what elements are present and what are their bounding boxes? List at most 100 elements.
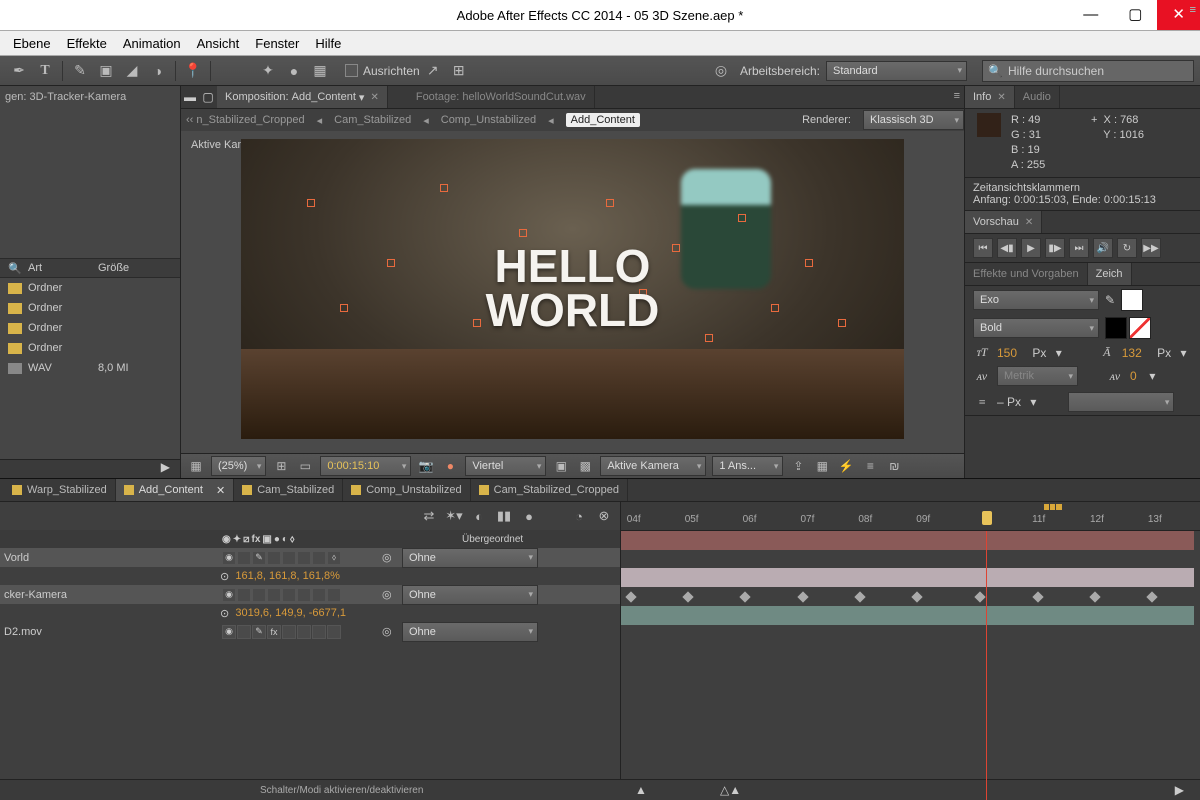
first-frame-icon[interactable]: ⏮ [973, 238, 993, 258]
info-tab[interactable]: Info✕ [965, 86, 1015, 108]
ram-preview-icon[interactable]: ▶▶ [1141, 238, 1161, 258]
folder-icon[interactable]: ▢ [199, 90, 217, 104]
flow-tab-active[interactable]: Add_Content [566, 113, 640, 127]
bg-swatch[interactable] [1105, 317, 1127, 339]
scroll-right-icon[interactable]: ▶ [0, 459, 180, 478]
timeline-tracks[interactable]: 04f05f06f07f08f09f11f12f13f [621, 502, 1200, 800]
parent-dropdown[interactable]: Ohne [402, 585, 538, 605]
panel-menu-icon[interactable]: ≡ [954, 90, 960, 102]
stopwatch-icon[interactable]: ⊙ [220, 607, 229, 620]
tl-tab[interactable]: Warp_Stabilized [4, 479, 116, 501]
weight-dropdown[interactable]: Bold [973, 318, 1099, 338]
proj-row[interactable]: Ordner [0, 318, 180, 338]
flow-tab[interactable]: Comp_Unstabilized [441, 114, 536, 126]
layer-bar[interactable] [621, 568, 1194, 587]
kerning-dropdown[interactable]: Metrik [997, 366, 1078, 386]
parent-dropdown[interactable]: Ohne [402, 622, 538, 642]
zoom-slider[interactable]: △▲ [720, 783, 741, 797]
mb-icon[interactable]: ▮▮ [494, 506, 514, 526]
menu-animation[interactable]: Animation [115, 36, 189, 51]
panel-menu-icon[interactable]: ≡ [1190, 4, 1196, 16]
channel-icon[interactable]: ● [441, 457, 459, 475]
stroke-value[interactable]: – Px [997, 395, 1021, 409]
share-icon[interactable]: ⇪ [789, 457, 807, 475]
proj-row[interactable]: Ordner [0, 278, 180, 298]
search-icon[interactable]: 🔍 [8, 262, 22, 275]
puppet-tool-icon[interactable]: 📍 [183, 61, 203, 81]
keyframe-row[interactable] [621, 588, 1194, 606]
last-frame-icon[interactable]: ⏭ [1069, 238, 1089, 258]
comp-icon[interactable]: ₪ [885, 457, 903, 475]
prop-row[interactable]: ⊙ 161,8, 161,8, 161,8% [0, 567, 620, 585]
footage-tab[interactable]: Footage: helloWorldSoundCut.wav [408, 86, 595, 108]
roto-tool-icon[interactable]: ◑ [148, 61, 168, 81]
text-tool-icon[interactable]: T [35, 61, 55, 81]
flow-tab[interactable]: Cam_Stabilized [334, 114, 411, 126]
parent-dropdown[interactable]: Ohne [402, 548, 538, 568]
snap-icon[interactable]: ↗ [423, 61, 443, 81]
renderer-dropdown[interactable]: Klassisch 3D [863, 110, 964, 130]
layer-row[interactable]: cker-Kamera◉◎Ohne [0, 585, 620, 604]
menu-fenster[interactable]: Fenster [247, 36, 307, 51]
pixel-icon[interactable]: ▦ [813, 457, 831, 475]
stroke-swatch[interactable] [1129, 317, 1151, 339]
fill-swatch[interactable] [1121, 289, 1143, 311]
scroll-right-icon[interactable]: ▶ [1175, 783, 1184, 797]
view-axis-icon[interactable]: ▦ [310, 61, 330, 81]
prev-frame-icon[interactable]: ◀▮ [997, 238, 1017, 258]
search-tool-icon[interactable]: ◎ [711, 61, 731, 81]
grid-icon[interactable]: ▦ [187, 457, 205, 475]
zoom-dropdown[interactable]: (25%) [211, 456, 266, 476]
res-icon[interactable]: ⊞ [272, 457, 290, 475]
preview-tab[interactable]: Vorschau✕ [965, 211, 1042, 233]
resolution-dropdown[interactable]: Viertel [465, 456, 546, 476]
snapshot-icon[interactable]: 📷 [417, 457, 435, 475]
pen-tool-icon[interactable]: ✒ [9, 61, 29, 81]
loop-icon[interactable]: ↻ [1117, 238, 1137, 258]
stroke-type-dropdown[interactable] [1068, 392, 1174, 412]
transp-icon[interactable]: ▩ [576, 457, 594, 475]
timeline-icon[interactable]: ≡ [861, 457, 879, 475]
font-dropdown[interactable]: Exo [973, 290, 1099, 310]
play-icon[interactable]: ▶ [1021, 238, 1041, 258]
fontsize-value[interactable]: 150 [997, 346, 1017, 360]
tl-tab-active[interactable]: Add_Content ✕ [116, 479, 235, 501]
current-time-indicator[interactable] [986, 531, 987, 800]
time-ruler[interactable]: 04f05f06f07f08f09f11f12f13f [621, 502, 1200, 531]
graph-editor-icon[interactable]: ◔ [569, 506, 589, 526]
flow-tab[interactable]: ‹‹ n_Stabilized_Cropped [186, 114, 305, 126]
roi-icon[interactable]: ▣ [552, 457, 570, 475]
proj-row[interactable]: Ordner [0, 338, 180, 358]
effects-tab[interactable]: Effekte und Vorgaben [965, 263, 1088, 285]
fast-icon[interactable]: ⚡ [837, 457, 855, 475]
tl-tab[interactable]: Comp_Unstabilized [343, 479, 470, 501]
stopwatch-icon[interactable]: ⊙ [220, 570, 229, 583]
proj-row[interactable]: WAV8,0 MI [0, 358, 180, 378]
eyedropper-icon[interactable]: ✎ [1105, 293, 1115, 307]
help-search[interactable]: 🔍 Hilfe durchsuchen [982, 60, 1194, 82]
viewport[interactable]: Aktive Kamera HELLOWORLD [181, 131, 964, 453]
tl-tab[interactable]: Cam_Stabilized [234, 479, 343, 501]
prop-row[interactable]: ⊙ 3019,6, 149,9, -6677,1 [0, 604, 620, 622]
audio-icon[interactable]: 🔊 [1093, 238, 1113, 258]
proj-row[interactable]: Ordner [0, 298, 180, 318]
graph-icon[interactable]: ⇄ [419, 506, 439, 526]
stamp-tool-icon[interactable]: ▣ [96, 61, 116, 81]
audio-tab[interactable]: Audio [1015, 86, 1060, 108]
menu-ansicht[interactable]: Ansicht [189, 36, 248, 51]
tracking-value[interactable]: 0 [1130, 369, 1137, 383]
brush-tool-icon[interactable]: ✎ [70, 61, 90, 81]
snap-ext-icon[interactable]: ⊞ [449, 61, 469, 81]
camera-dropdown[interactable]: Aktive Kamera [600, 456, 706, 476]
shy-icon[interactable]: ✶▾ [444, 506, 464, 526]
layer-row[interactable]: D2.mov◉✎fx◎Ohne [0, 622, 620, 641]
blur-icon[interactable]: ● [519, 506, 539, 526]
menu-effekte[interactable]: Effekte [59, 36, 115, 51]
workspace-dropdown[interactable]: Standard [826, 61, 967, 81]
zoom-out-icon[interactable]: ▲ [635, 783, 647, 797]
eraser-tool-icon[interactable]: ◢ [122, 61, 142, 81]
frame-icon[interactable]: ▭ [296, 457, 314, 475]
layer-bar[interactable] [621, 606, 1194, 625]
frame-blend-icon[interactable]: ◐ [469, 506, 489, 526]
menu-ebene[interactable]: Ebene [5, 36, 59, 51]
